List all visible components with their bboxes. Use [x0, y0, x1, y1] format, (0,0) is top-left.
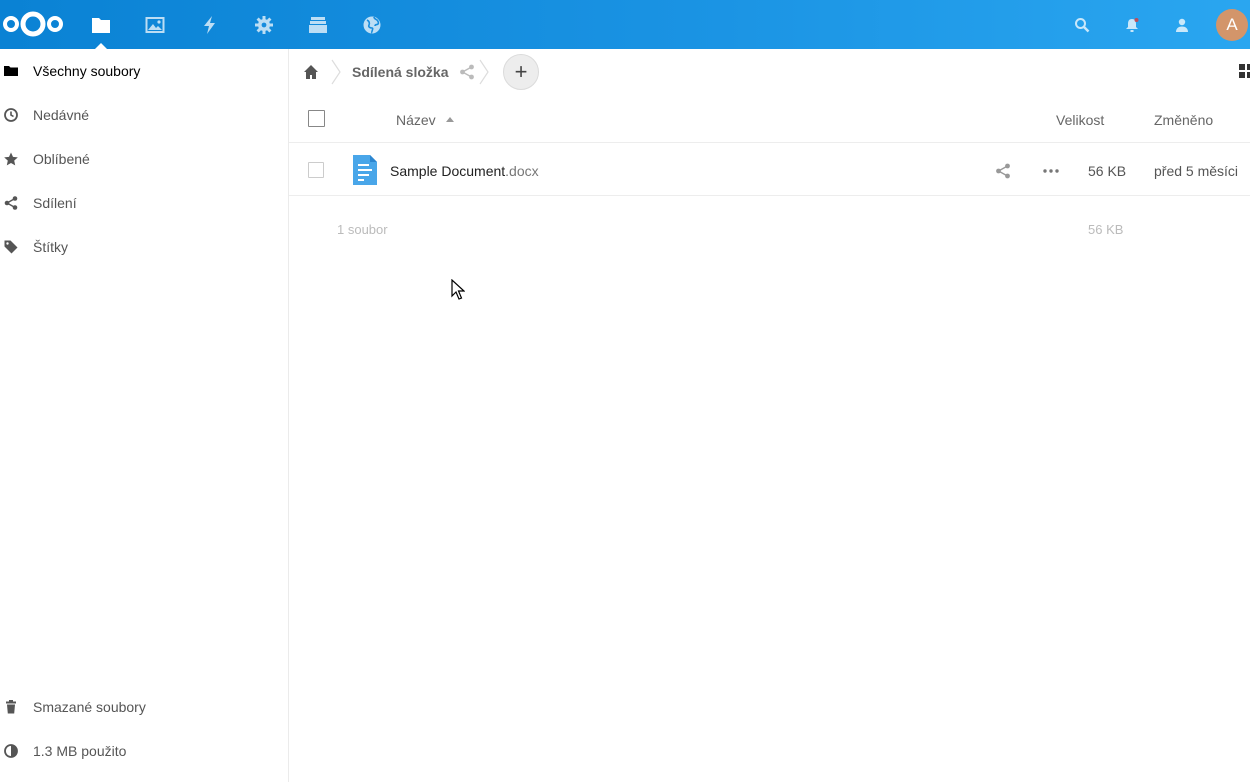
share-icon[interactable]	[459, 64, 475, 80]
sidebar-quota[interactable]: 1.3 MB použito	[0, 729, 288, 773]
table-row[interactable]: Sample Document.docx 56 KB před 5 měsíci	[289, 144, 1250, 196]
files-content: Sdílená složka + Název Velikost Změněno …	[289, 49, 1250, 782]
top-header: A	[0, 0, 1250, 49]
folder-icon	[92, 17, 110, 33]
sort-ascending-icon	[446, 117, 454, 122]
sidebar-item-label: Sdílení	[33, 195, 77, 211]
app-navigation: Všechny soubory Nedávné Oblíbené Sdílení…	[0, 49, 289, 782]
star-icon	[0, 137, 22, 181]
photos-app[interactable]	[128, 0, 182, 49]
file-list-header: Název Velikost Změněno	[289, 95, 1250, 143]
image-icon	[145, 16, 165, 33]
deck-app[interactable]	[291, 0, 345, 49]
search-icon	[1075, 17, 1090, 32]
column-modified-header[interactable]: Změněno	[1154, 112, 1213, 128]
sidebar-item-favorites[interactable]: Oblíbené	[0, 137, 288, 181]
share-icon[interactable]	[995, 163, 1011, 179]
clock-icon	[0, 93, 22, 137]
breadcrumb-separator-icon	[331, 59, 341, 85]
column-size-header[interactable]: Velikost	[1056, 112, 1104, 128]
file-size: 56 KB	[1088, 163, 1127, 179]
nextcloud-logo[interactable]	[2, 10, 64, 38]
file-basename: Sample Document	[390, 163, 506, 179]
globe-icon	[363, 16, 381, 34]
contacts-icon	[1176, 18, 1188, 32]
sidebar-item-label: Nedávné	[33, 107, 90, 123]
more-actions-icon[interactable]	[1042, 163, 1060, 179]
row-checkbox[interactable]	[308, 162, 324, 178]
summary-total-size: 56 KB	[1088, 222, 1124, 237]
bell-icon	[1126, 17, 1139, 32]
sidebar-item-shares[interactable]: Sdílení	[0, 181, 288, 225]
file-name[interactable]: Sample Document.docx	[390, 163, 539, 179]
file-modified: před 5 měsíci	[1154, 163, 1239, 179]
activity-app[interactable]	[183, 0, 237, 49]
breadcrumb-separator-icon	[479, 59, 489, 85]
file-extension: .docx	[505, 163, 539, 179]
search-button[interactable]	[1062, 0, 1102, 49]
sidebar-item-label: Štítky	[33, 239, 69, 255]
external-sites-app[interactable]	[345, 0, 399, 49]
sidebar-item-trash[interactable]: Smazané soubory	[0, 685, 288, 729]
pie-chart-icon	[0, 729, 22, 773]
user-avatar[interactable]: A	[1216, 9, 1248, 41]
lightning-icon	[204, 15, 215, 34]
new-button[interactable]: +	[503, 54, 539, 90]
select-all-checkbox[interactable]	[308, 110, 325, 127]
folder-icon	[0, 49, 22, 93]
summary-file-count: 1 soubor	[337, 222, 388, 237]
contacts-button[interactable]	[1162, 0, 1202, 49]
stack-icon	[309, 16, 327, 33]
files-app[interactable]	[74, 0, 128, 49]
home-icon[interactable]	[303, 64, 319, 80]
share-icon	[0, 181, 22, 225]
settings-app[interactable]	[237, 0, 291, 49]
column-name-header[interactable]: Název	[396, 112, 436, 128]
trash-icon	[0, 685, 22, 729]
sidebar-item-all-files[interactable]: Všechny soubory	[0, 49, 288, 93]
sidebar-item-label: Oblíbené	[33, 151, 90, 167]
sidebar-item-tags[interactable]: Štítky	[0, 225, 288, 269]
gear-icon	[255, 15, 273, 34]
breadcrumb-folder[interactable]: Sdílená složka	[352, 64, 448, 80]
document-icon	[353, 155, 377, 185]
notifications-button[interactable]	[1112, 0, 1152, 49]
sidebar-item-label: Všechny soubory	[33, 63, 141, 79]
breadcrumb: Sdílená složka +	[289, 49, 1250, 95]
tag-icon	[0, 225, 22, 269]
sidebar-item-label: Smazané soubory	[33, 699, 146, 715]
sidebar-item-recent[interactable]: Nedávné	[0, 93, 288, 137]
grid-view-icon[interactable]	[1239, 64, 1250, 78]
mouse-cursor-icon	[451, 279, 465, 300]
quota-label: 1.3 MB použito	[33, 743, 127, 759]
